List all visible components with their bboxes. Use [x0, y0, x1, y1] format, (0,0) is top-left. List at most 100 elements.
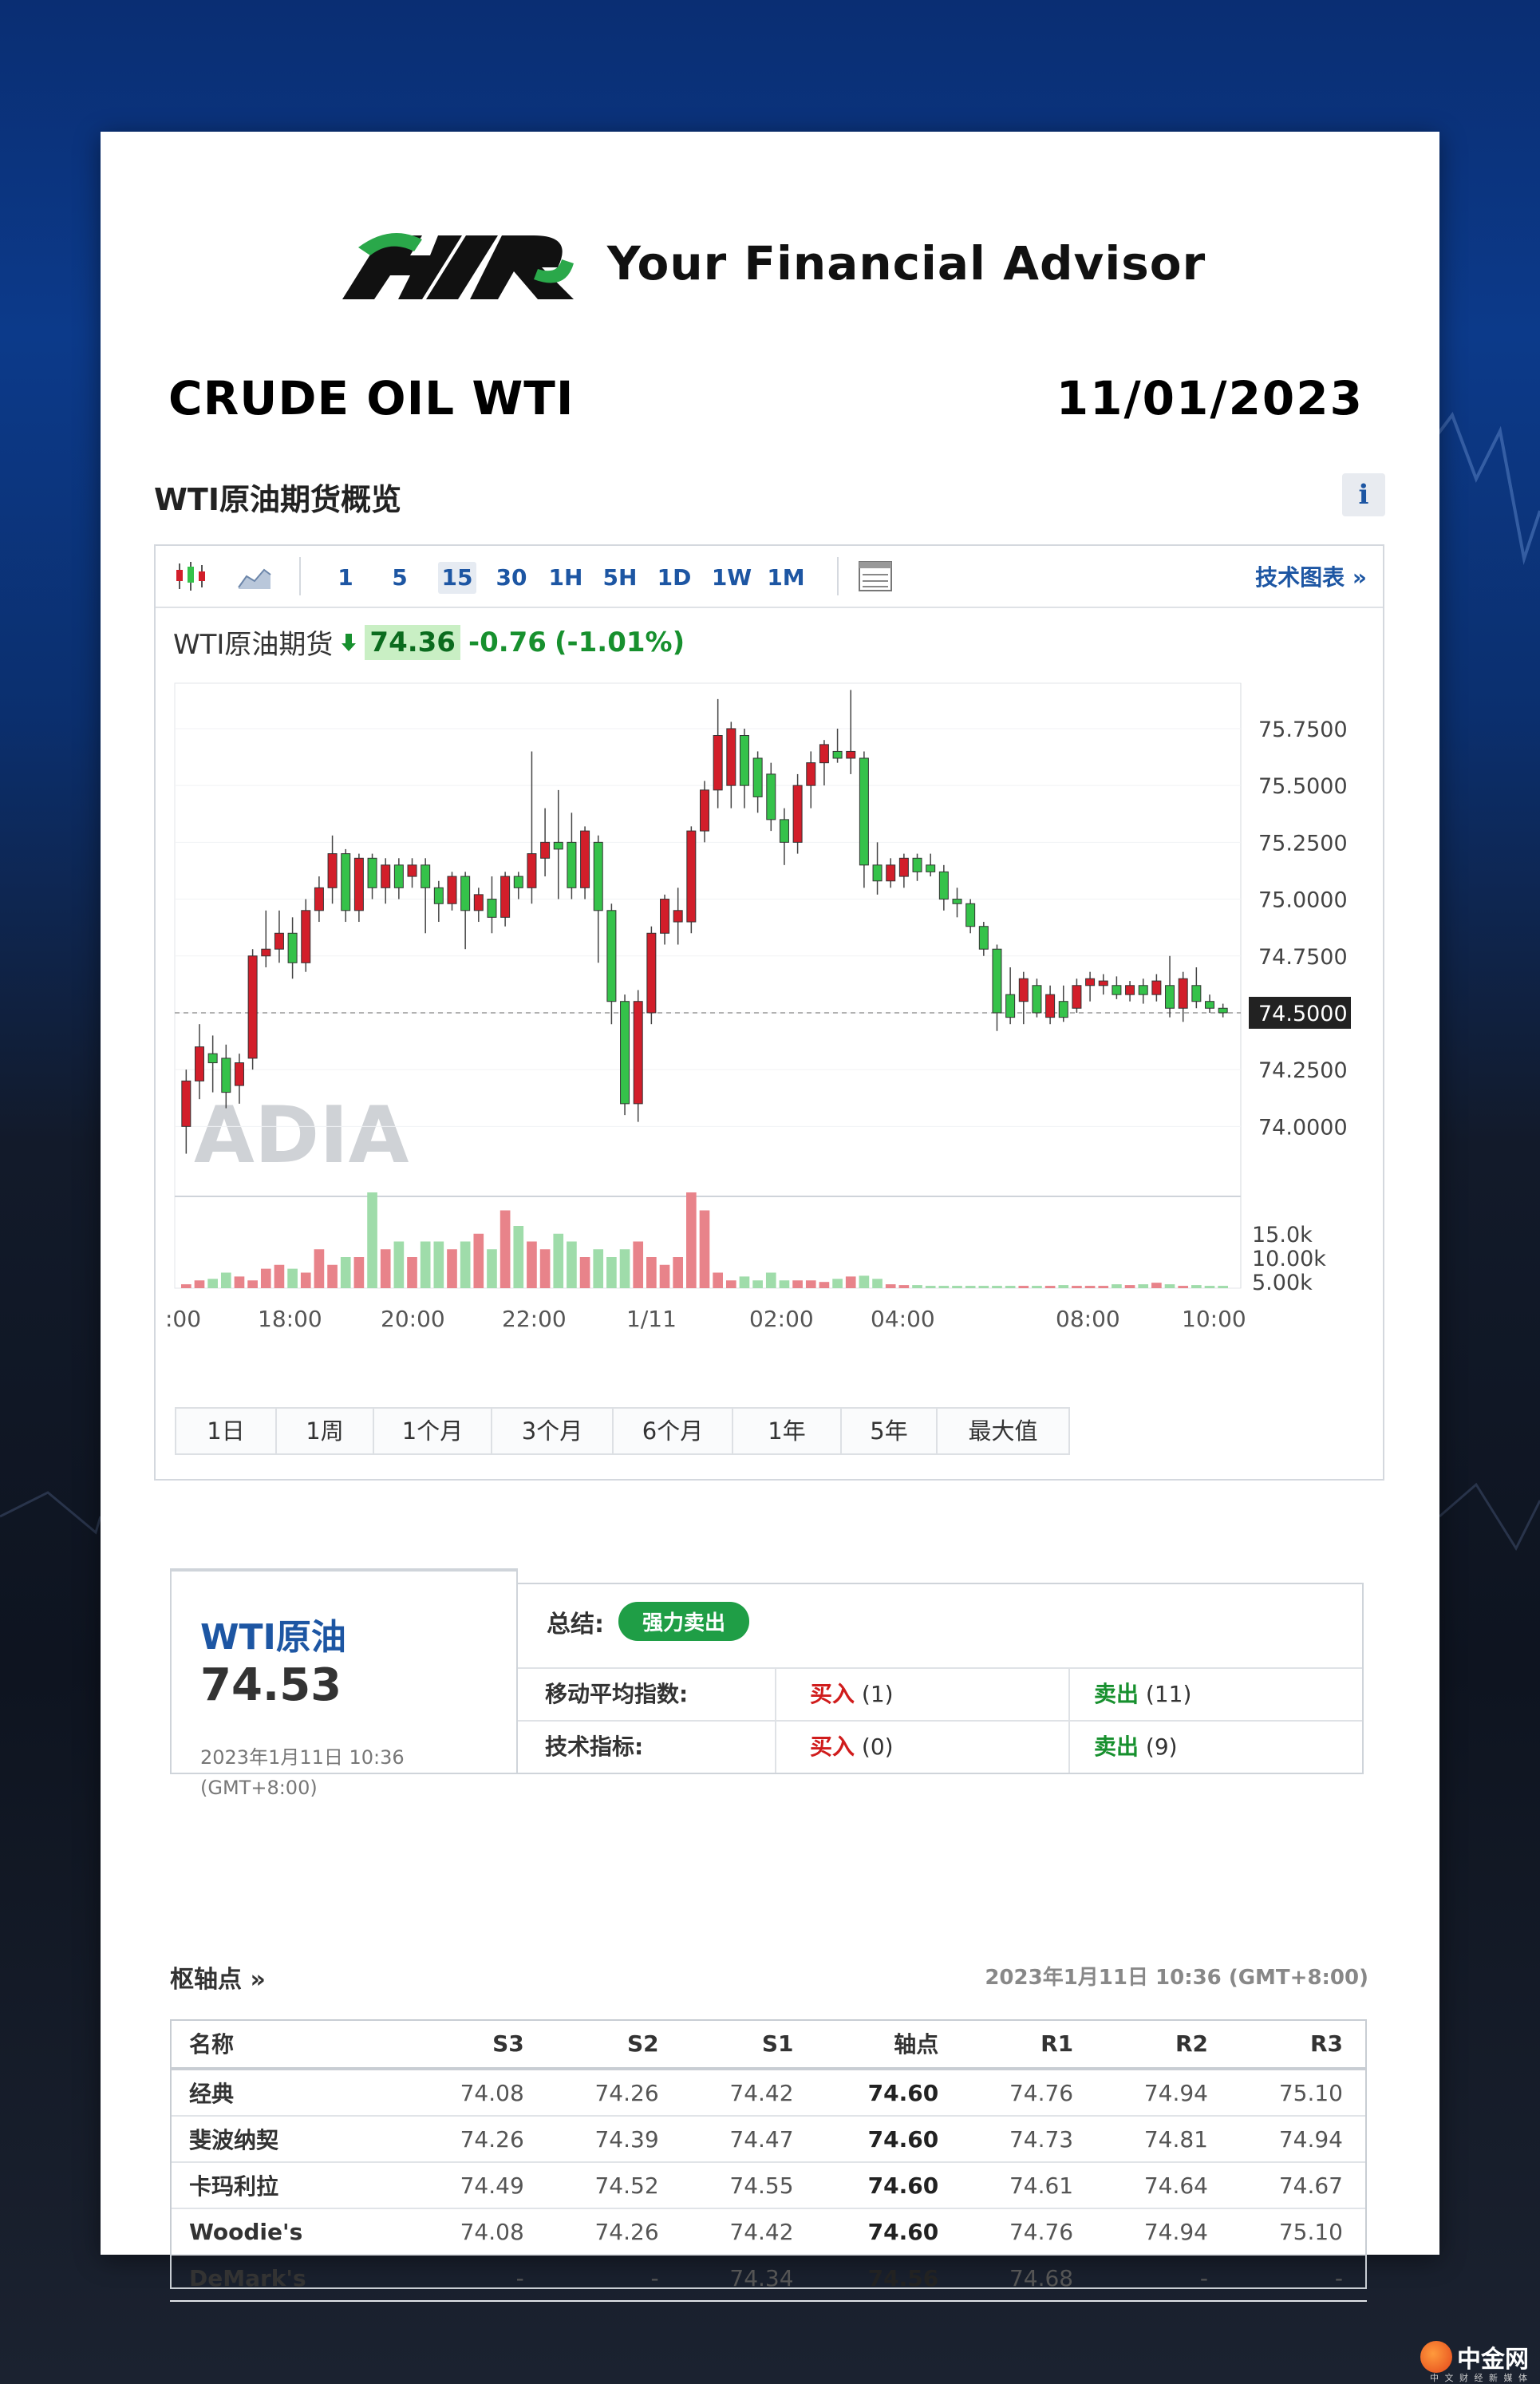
candle-body — [898, 857, 909, 877]
buy-count: (0) — [861, 1734, 894, 1760]
pivot-cell: 74.55 — [682, 2162, 818, 2209]
pivot-title[interactable]: 枢轴点 » — [170, 1959, 266, 1995]
interval-15[interactable]: 15 — [438, 562, 476, 594]
pivot-cell: 74.26 — [413, 2116, 548, 2163]
pivot-col-6: R2 — [1097, 2019, 1232, 2070]
x-tick-label: 02:00 — [749, 1306, 814, 1332]
candle-body — [234, 1062, 244, 1086]
info-button[interactable]: i — [1342, 473, 1385, 516]
instrument-price: 74.53 — [200, 1659, 342, 1711]
tech-chart-link[interactable]: 技术图表 » — [1255, 562, 1367, 594]
volume-bar — [500, 1210, 511, 1288]
volume-bar — [633, 1241, 644, 1288]
range-button-0[interactable]: 1日 — [175, 1407, 275, 1455]
volume-bar — [274, 1264, 285, 1288]
range-button-2[interactable]: 1个月 — [373, 1407, 491, 1455]
volume-bar — [872, 1279, 883, 1288]
volume-bar — [832, 1279, 843, 1288]
candle-body — [1191, 985, 1202, 1002]
range-button-3[interactable]: 3个月 — [491, 1407, 612, 1455]
volume-bar — [619, 1249, 630, 1288]
interval-1H[interactable]: 1H — [547, 562, 585, 594]
report-date: 11/01/2023 — [1056, 371, 1364, 425]
quote-name: WTI原油期货 — [173, 629, 334, 661]
volume-bar — [260, 1268, 271, 1288]
pivot-col-1: S3 — [413, 2019, 548, 2070]
candle-body — [726, 728, 736, 786]
pivot-cell: 74.60 — [817, 2208, 963, 2256]
interval-1[interactable]: 1 — [331, 562, 360, 594]
toolbar-separator — [837, 557, 839, 595]
candle-body — [673, 910, 683, 923]
candle-body — [700, 789, 709, 832]
interval-1D[interactable]: 1D — [655, 562, 693, 594]
candlestick-icon[interactable] — [172, 559, 210, 594]
volume-bar — [180, 1284, 192, 1288]
candle-body — [965, 903, 976, 927]
pivot-cell: 74.94 — [1097, 2069, 1232, 2117]
candle-body — [1018, 978, 1029, 1002]
x-tick-label: 04:00 — [871, 1306, 935, 1332]
interval-30[interactable]: 30 — [492, 562, 531, 594]
table-row: 经典 74.08 74.26 74.42 74.60 74.76 74.94 75.10 — [170, 2069, 1367, 2117]
price-chart[interactable]: ADIA75.750075.500075.250075.000074.75007… — [156, 674, 1383, 1376]
candle-body — [646, 932, 657, 1014]
range-button-4[interactable]: 6个月 — [612, 1407, 732, 1455]
candle-body — [846, 750, 856, 759]
interval-1M[interactable]: 1M — [764, 562, 808, 594]
candle-body — [1045, 994, 1056, 1018]
volume-bar — [805, 1280, 816, 1288]
volume-bar — [433, 1241, 444, 1288]
volume-bar — [765, 1272, 776, 1288]
pivot-cell: 74.60 — [817, 2069, 963, 2117]
quote-line: WTI原油期货 74.36 -0.76 (-1.01%) — [173, 623, 685, 662]
pivot-col-0: 名称 — [170, 2019, 413, 2070]
volume-bar — [353, 1257, 365, 1288]
candle-body — [792, 785, 803, 843]
candle-body — [381, 864, 391, 888]
volume-bar — [567, 1241, 577, 1288]
candle-body — [606, 910, 617, 1002]
pivot-cell: - — [1097, 2255, 1232, 2302]
volume-bar — [978, 1286, 989, 1288]
interval-5H[interactable]: 5H — [601, 562, 639, 594]
volume-bar — [752, 1280, 763, 1288]
volume-bar — [1191, 1285, 1202, 1288]
volume-bar — [792, 1280, 803, 1288]
volume-bar — [1164, 1284, 1175, 1288]
interval-5[interactable]: 5 — [385, 562, 414, 594]
volume-bar — [234, 1276, 245, 1288]
volume-bar — [220, 1272, 231, 1288]
volume-bar — [447, 1249, 457, 1288]
interval-1W[interactable]: 1W — [709, 562, 754, 594]
volume-bar — [965, 1286, 976, 1288]
pivot-header-row: 名称 S3 S2 S1 轴点 R1 R2 R3 — [170, 2019, 1367, 2070]
range-button-1[interactable]: 1周 — [275, 1407, 373, 1455]
table-view-icon[interactable] — [856, 559, 894, 594]
range-button-5[interactable]: 1年 — [732, 1407, 840, 1455]
indicators-buy: 买入 (0) — [810, 1722, 894, 1773]
volume-tick-label: 15.0k — [1252, 1223, 1313, 1247]
verdict-badge: 强力卖出 — [618, 1602, 750, 1641]
candle-body — [1125, 985, 1135, 995]
area-chart-icon[interactable] — [235, 559, 274, 594]
pivot-cell: 74.81 — [1097, 2116, 1232, 2163]
report-title: CRUDE OIL WTI — [168, 371, 575, 425]
candle-body — [194, 1046, 204, 1081]
candle-body — [353, 857, 364, 911]
range-button-6[interactable]: 5年 — [840, 1407, 936, 1455]
pivot-cell: 74.52 — [547, 2162, 683, 2209]
instrument-name[interactable]: WTI原油 — [200, 1608, 346, 1659]
table-row: 卡玛利拉 74.49 74.52 74.55 74.60 74.61 74.64 74.67 — [170, 2162, 1367, 2209]
volume-bar — [925, 1286, 936, 1288]
x-tick-label: 18:00 — [258, 1306, 322, 1332]
range-button-7[interactable]: 最大值 — [936, 1407, 1070, 1455]
volume-bar — [859, 1275, 870, 1288]
volume-bar — [713, 1272, 723, 1288]
instrument-card: WTI原油 74.53 2023年1月11日 10:36 (GMT+8:00) — [170, 1568, 518, 1799]
candle-body — [912, 857, 922, 872]
table-row: 斐波纳契 74.26 74.39 74.47 74.60 74.73 74.81 74.94 — [170, 2116, 1367, 2163]
divider — [775, 1669, 776, 1720]
pivot-cell: 75.10 — [1232, 2069, 1367, 2117]
brand-tagline: Your Financial Advisor — [606, 236, 1206, 291]
